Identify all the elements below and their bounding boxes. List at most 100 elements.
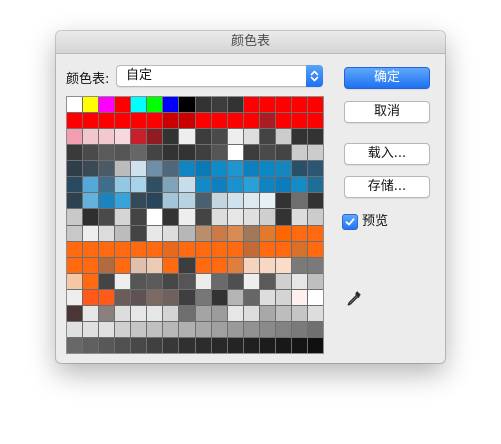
color-swatch[interactable] xyxy=(275,273,291,289)
color-swatch[interactable] xyxy=(163,97,179,113)
color-swatch[interactable] xyxy=(227,321,243,337)
color-swatch[interactable] xyxy=(67,145,83,161)
color-swatch[interactable] xyxy=(115,257,131,273)
color-swatch[interactable] xyxy=(99,337,115,353)
color-swatch[interactable] xyxy=(227,337,243,353)
color-swatch[interactable] xyxy=(211,273,227,289)
color-swatch[interactable] xyxy=(307,337,323,353)
color-swatch[interactable] xyxy=(291,257,307,273)
color-swatch[interactable] xyxy=(291,337,307,353)
color-swatch[interactable] xyxy=(131,337,147,353)
color-swatch[interactable] xyxy=(147,337,163,353)
color-swatch[interactable] xyxy=(195,225,211,241)
color-swatch[interactable] xyxy=(179,177,195,193)
color-swatch[interactable] xyxy=(99,257,115,273)
color-swatch[interactable] xyxy=(243,225,259,241)
color-swatch[interactable] xyxy=(259,337,275,353)
color-swatch[interactable] xyxy=(83,241,99,257)
color-swatch[interactable] xyxy=(99,177,115,193)
color-swatch[interactable] xyxy=(147,289,163,305)
color-swatch[interactable] xyxy=(115,97,131,113)
color-swatch[interactable] xyxy=(259,241,275,257)
color-swatch[interactable] xyxy=(243,129,259,145)
color-swatch[interactable] xyxy=(195,145,211,161)
color-swatch[interactable] xyxy=(131,273,147,289)
color-swatch[interactable] xyxy=(291,289,307,305)
color-swatch[interactable] xyxy=(83,97,99,113)
color-swatch[interactable] xyxy=(83,161,99,177)
color-swatch[interactable] xyxy=(291,225,307,241)
color-swatch[interactable] xyxy=(243,241,259,257)
color-swatch[interactable] xyxy=(227,257,243,273)
color-swatch[interactable] xyxy=(179,113,195,129)
color-swatch[interactable] xyxy=(307,113,323,129)
preview-checkbox[interactable] xyxy=(342,214,358,230)
color-swatch[interactable] xyxy=(131,289,147,305)
color-swatch[interactable] xyxy=(147,273,163,289)
color-swatch[interactable] xyxy=(163,321,179,337)
color-swatch[interactable] xyxy=(275,305,291,321)
color-swatch[interactable] xyxy=(179,289,195,305)
color-swatch[interactable] xyxy=(179,241,195,257)
color-swatch[interactable] xyxy=(275,209,291,225)
color-swatch[interactable] xyxy=(275,289,291,305)
color-swatch[interactable] xyxy=(83,257,99,273)
color-swatch[interactable] xyxy=(291,241,307,257)
color-swatch[interactable] xyxy=(163,161,179,177)
color-swatch[interactable] xyxy=(243,209,259,225)
color-swatch[interactable] xyxy=(259,257,275,273)
color-swatch[interactable] xyxy=(131,177,147,193)
save-button[interactable]: 存储... xyxy=(344,176,430,198)
color-swatch[interactable] xyxy=(275,257,291,273)
color-swatch[interactable] xyxy=(227,113,243,129)
color-swatch[interactable] xyxy=(195,193,211,209)
color-swatch[interactable] xyxy=(211,289,227,305)
color-swatch[interactable] xyxy=(291,321,307,337)
color-swatch[interactable] xyxy=(259,193,275,209)
color-swatch[interactable] xyxy=(211,145,227,161)
color-swatch[interactable] xyxy=(67,321,83,337)
color-swatch[interactable] xyxy=(163,177,179,193)
color-swatch[interactable] xyxy=(115,289,131,305)
color-swatch[interactable] xyxy=(131,193,147,209)
color-swatch[interactable] xyxy=(291,305,307,321)
color-swatch[interactable] xyxy=(195,321,211,337)
color-swatch[interactable] xyxy=(163,193,179,209)
color-swatch[interactable] xyxy=(67,209,83,225)
color-swatch[interactable] xyxy=(179,225,195,241)
color-swatch[interactable] xyxy=(291,145,307,161)
color-swatch[interactable] xyxy=(195,273,211,289)
color-swatch[interactable] xyxy=(99,241,115,257)
color-swatch[interactable] xyxy=(179,337,195,353)
color-swatch[interactable] xyxy=(227,145,243,161)
color-swatch[interactable] xyxy=(243,113,259,129)
load-button[interactable]: 载入... xyxy=(344,143,430,165)
color-swatch[interactable] xyxy=(179,257,195,273)
color-swatch[interactable] xyxy=(115,241,131,257)
color-swatch[interactable] xyxy=(179,321,195,337)
color-swatch[interactable] xyxy=(147,257,163,273)
color-swatch[interactable] xyxy=(243,97,259,113)
color-swatch[interactable] xyxy=(131,113,147,129)
color-swatch[interactable] xyxy=(243,305,259,321)
color-swatch[interactable] xyxy=(275,177,291,193)
color-swatch[interactable] xyxy=(115,209,131,225)
color-swatch[interactable] xyxy=(163,273,179,289)
color-swatch[interactable] xyxy=(227,305,243,321)
color-swatch[interactable] xyxy=(243,145,259,161)
color-swatch[interactable] xyxy=(115,337,131,353)
color-swatch[interactable] xyxy=(99,289,115,305)
color-swatch[interactable] xyxy=(83,113,99,129)
color-swatch[interactable] xyxy=(211,113,227,129)
color-swatch[interactable] xyxy=(307,273,323,289)
color-swatch[interactable] xyxy=(275,113,291,129)
color-swatch[interactable] xyxy=(179,209,195,225)
color-swatch[interactable] xyxy=(227,209,243,225)
color-swatch[interactable] xyxy=(147,177,163,193)
color-swatch[interactable] xyxy=(195,209,211,225)
color-swatch[interactable] xyxy=(195,241,211,257)
color-swatch[interactable] xyxy=(83,289,99,305)
color-swatch[interactable] xyxy=(291,209,307,225)
color-swatch[interactable] xyxy=(195,129,211,145)
color-swatch[interactable] xyxy=(179,129,195,145)
